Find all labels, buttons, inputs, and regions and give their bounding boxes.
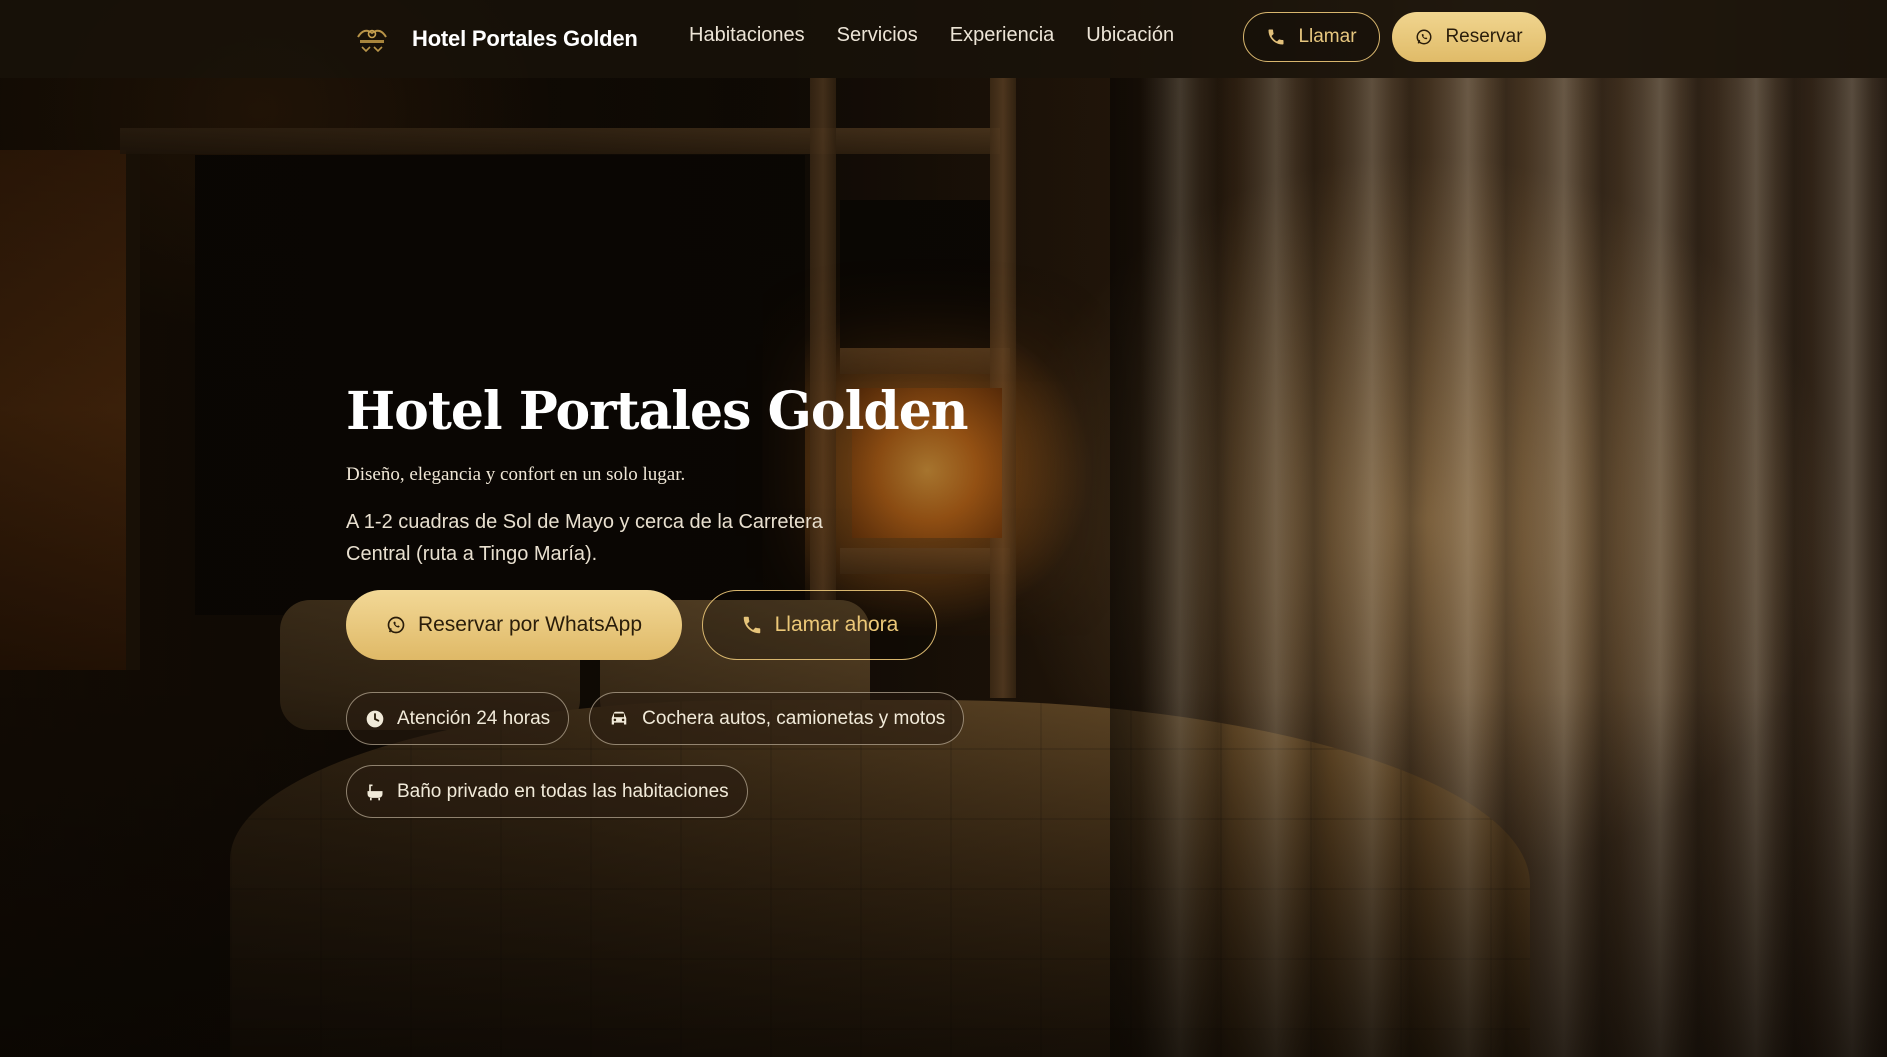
feature-24h: Atención 24 horas bbox=[346, 692, 570, 745]
nav-ubicacion[interactable]: Ubicación bbox=[1086, 22, 1174, 48]
hero-section: Hotel Portales Golden Diseño, elegancia … bbox=[346, 380, 1046, 570]
hotel-crest-logo-icon bbox=[352, 21, 392, 57]
feature-row-2: Baño privado en todas las habitaciones bbox=[346, 765, 748, 818]
feature-parking: Cochera autos, camionetas y motos bbox=[589, 692, 965, 745]
hero-cta-row: Reservar por WhatsApp Llamar ahora bbox=[346, 590, 937, 660]
hero-title: Hotel Portales Golden bbox=[346, 381, 969, 442]
nav-servicios[interactable]: Servicios bbox=[837, 22, 918, 48]
nav-experiencia[interactable]: Experiencia bbox=[950, 22, 1055, 48]
main-nav: Habitaciones Servicios Experiencia Ubica… bbox=[689, 22, 1174, 48]
feature-row-1: Atención 24 horas Cochera autos, camione… bbox=[346, 692, 965, 745]
call-now-button[interactable]: Llamar ahora bbox=[702, 590, 937, 660]
whatsapp-booking-button[interactable]: Reservar por WhatsApp bbox=[346, 590, 682, 660]
feature-24h-label: Atención 24 horas bbox=[397, 707, 551, 729]
header-call-button[interactable]: Llamar bbox=[1243, 12, 1380, 62]
brand-link[interactable]: Hotel Portales Golden bbox=[352, 18, 638, 60]
brand-name: Hotel Portales Golden bbox=[412, 26, 638, 51]
header-call-label: Llamar bbox=[1298, 26, 1357, 47]
header-book-button[interactable]: Reservar bbox=[1392, 12, 1546, 62]
site-header: Hotel Portales Golden Habitaciones Servi… bbox=[0, 0, 1887, 78]
phone-icon bbox=[741, 614, 763, 636]
clock-icon bbox=[365, 709, 385, 729]
feature-bathroom: Baño privado en todas las habitaciones bbox=[346, 765, 748, 818]
whatsapp-icon bbox=[1415, 28, 1433, 46]
phone-icon bbox=[1266, 27, 1286, 47]
feature-bathroom-label: Baño privado en todas las habitaciones bbox=[397, 780, 729, 802]
hero-tagline: Diseño, elegancia y confort en un solo l… bbox=[346, 464, 686, 485]
hero-location: A 1-2 cuadras de Sol de Mayo y cerca de … bbox=[346, 511, 823, 565]
call-now-label: Llamar ahora bbox=[774, 613, 899, 636]
nav-habitaciones[interactable]: Habitaciones bbox=[689, 22, 805, 48]
bathtub-icon bbox=[365, 782, 385, 802]
car-icon bbox=[608, 709, 630, 729]
feature-parking-label: Cochera autos, camionetas y motos bbox=[642, 707, 946, 729]
whatsapp-icon bbox=[386, 615, 406, 635]
header-book-label: Reservar bbox=[1445, 26, 1523, 47]
whatsapp-booking-label: Reservar por WhatsApp bbox=[417, 613, 643, 636]
